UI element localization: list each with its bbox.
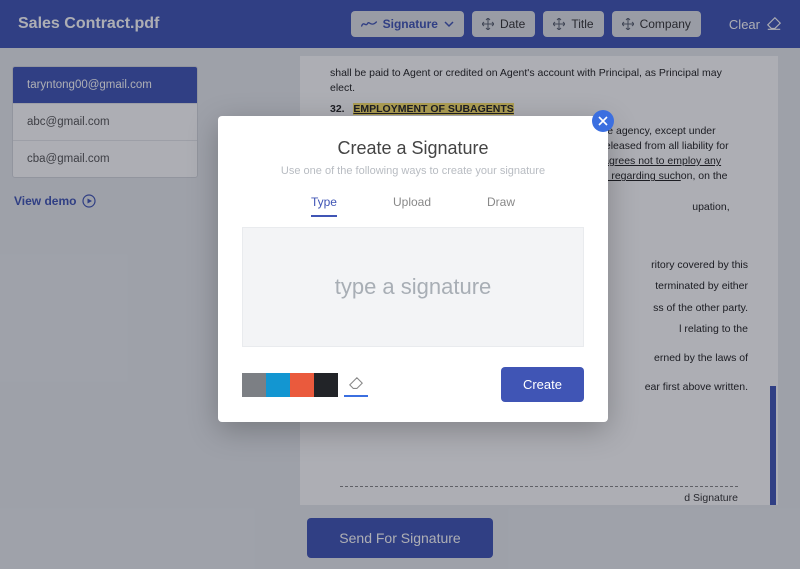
create-signature-button[interactable]: Create bbox=[501, 367, 584, 402]
modal-footer: Create bbox=[242, 367, 584, 402]
color-swatch-gray[interactable] bbox=[242, 373, 266, 397]
color-swatch-blue[interactable] bbox=[266, 373, 290, 397]
signature-canvas bbox=[242, 227, 584, 347]
close-icon bbox=[598, 116, 608, 126]
color-swatch-black[interactable] bbox=[314, 373, 338, 397]
create-signature-modal: Create a Signature Use one of the follow… bbox=[218, 116, 608, 422]
erase-signature-button[interactable] bbox=[344, 373, 368, 397]
signature-method-tabs: Type Upload Draw bbox=[242, 195, 584, 217]
signature-type-input[interactable] bbox=[243, 274, 583, 300]
eraser-icon bbox=[348, 377, 364, 391]
tab-upload[interactable]: Upload bbox=[393, 195, 431, 217]
tab-type[interactable]: Type bbox=[311, 195, 337, 217]
modal-subtitle: Use one of the following ways to create … bbox=[242, 165, 584, 177]
modal-title: Create a Signature bbox=[242, 138, 584, 159]
color-swatches bbox=[242, 373, 368, 397]
color-swatch-red[interactable] bbox=[290, 373, 314, 397]
close-button[interactable] bbox=[592, 110, 614, 132]
tab-draw[interactable]: Draw bbox=[487, 195, 515, 217]
